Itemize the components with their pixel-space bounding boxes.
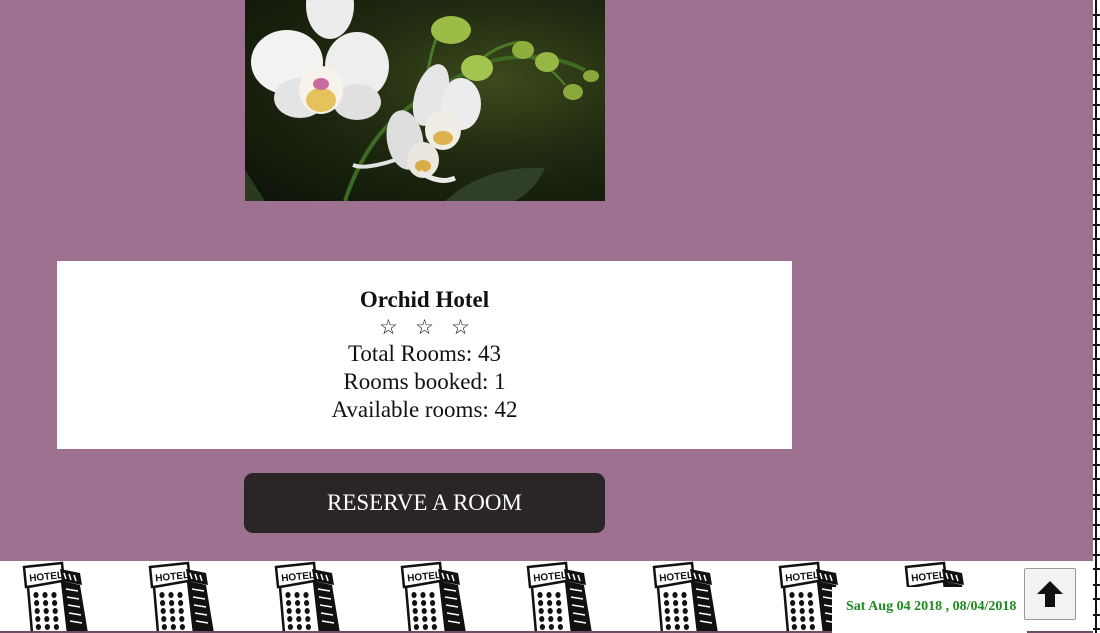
- side-pattern-strip: [1093, 0, 1100, 633]
- reserve-room-button[interactable]: RESERVE A ROOM: [244, 473, 605, 533]
- orchid-photo: [245, 0, 599, 201]
- main-panel: Orchid Hotel ☆ ☆ ☆ Total Rooms: 43 Rooms…: [0, 0, 1093, 561]
- hotel-building-icon: HOTEL: [652, 561, 718, 631]
- available-rooms: Available rooms: 42: [331, 397, 518, 422]
- hotel-building-icon: HOTEL: [22, 561, 88, 631]
- total-rooms: Total Rooms: 43: [347, 341, 501, 366]
- hotel-building-icon: HOTEL: [400, 561, 466, 631]
- star-rating: ☆ ☆ ☆: [379, 315, 476, 339]
- hotel-image: [245, 0, 605, 201]
- current-date: Sat Aug 04 2018 , 08/04/2018: [846, 599, 1017, 614]
- hotel-building-icon: HOTEL: [148, 561, 214, 631]
- hotel-name: Orchid Hotel: [359, 287, 490, 312]
- hotel-building-icon: HOTEL: [274, 561, 340, 631]
- hotel-info-card: Orchid Hotel ☆ ☆ ☆ Total Rooms: 43 Rooms…: [57, 261, 792, 449]
- arrow-up-icon: [1037, 581, 1063, 607]
- rooms-booked: Rooms booked: 1: [343, 369, 506, 394]
- hotel-building-icon: HOTEL: [526, 561, 592, 631]
- scroll-to-top-button[interactable]: [1024, 568, 1076, 620]
